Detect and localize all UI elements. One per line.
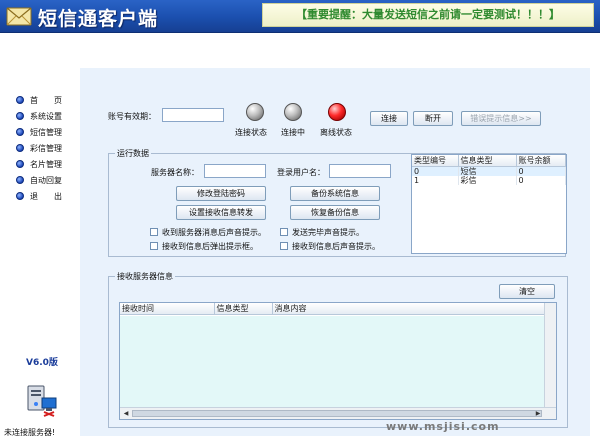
sidebar-item-label: 短信管理	[30, 127, 62, 137]
table-cell: 短信	[458, 166, 517, 176]
change-password-button[interactable]: 修改登陆密码	[176, 186, 266, 201]
connect-status-label: 连接状态	[235, 128, 267, 137]
server-network-icon	[27, 385, 57, 417]
login-user-label: 登录用户名：	[277, 168, 325, 177]
sidebar-item-sms[interactable]: 短信管理	[16, 126, 62, 138]
checkbox-box[interactable]	[150, 242, 158, 250]
version-label: V6.0版	[26, 358, 58, 368]
bullet-icon	[16, 192, 24, 200]
horizontal-scrollbar[interactable]: ◀ ▶	[120, 407, 556, 419]
checkbox-box[interactable]	[150, 228, 158, 236]
sidebar-item-label: 系统设置	[30, 111, 62, 121]
column-header[interactable]: 接收时间	[120, 303, 215, 315]
sidebar-item-label: 退 出	[30, 191, 62, 201]
sidebar-item-auto-reply[interactable]: 自动回复	[16, 174, 62, 186]
backup-system-button[interactable]: 备份系统信息	[290, 186, 380, 201]
checkbox-box[interactable]	[280, 242, 288, 250]
app-title: 短信通客户端	[38, 8, 159, 30]
validity-label: 账号有效期：	[108, 112, 156, 121]
receive-table-body	[120, 316, 556, 407]
table-header-row: 接收时间 信息类型 消息内容	[120, 303, 556, 315]
sidebar-item-label: 自动回复	[30, 175, 62, 185]
title-bar: 短信通客户端 【重要提醒：大量发送短信之前请一定要测试！！！】	[0, 0, 600, 33]
bullet-icon	[16, 176, 24, 184]
main-panel: 账号有效期： 连接状态 连接中 离线状态 连接 断开 错误提示信息>> 运行数据…	[80, 68, 590, 436]
bullet-icon	[16, 96, 24, 104]
receive-group: 接收服务器信息 清空 接收时间 信息类型 消息内容 ◀ ▶	[108, 271, 568, 428]
column-header[interactable]: 账号余额	[516, 155, 566, 167]
bullet-icon	[16, 160, 24, 168]
table-row[interactable]: 1 彩信 0	[412, 176, 566, 185]
restore-backup-button[interactable]: 恢复备份信息	[290, 205, 380, 220]
offline-status-light	[328, 103, 346, 121]
runtime-group-title: 运行数据	[115, 148, 151, 159]
checkbox-box[interactable]	[280, 228, 288, 236]
table-row[interactable]: 0 短信 0	[412, 166, 566, 176]
connect-status-light	[246, 103, 264, 121]
error-info-button[interactable]: 错误提示信息>>	[461, 111, 541, 126]
checkbox-popup-on-receive[interactable]: 接收到信息后弹出提示框。	[150, 241, 258, 251]
warning-notice: 【重要提醒：大量发送短信之前请一定要测试！！！】	[262, 3, 594, 27]
table-cell: 0	[516, 176, 566, 185]
column-header[interactable]: 信息类型	[214, 303, 273, 315]
scroll-thumb[interactable]	[132, 410, 542, 417]
sidebar-item-label: 首 页	[30, 95, 62, 105]
bullet-icon	[16, 112, 24, 120]
table-header-row: 类型编号 信息类型 账号余额	[412, 155, 566, 167]
sidebar: 首 页 系统设置 短信管理 彩信管理 名片管理 自动回复 退 出	[0, 34, 76, 436]
runtime-group: 运行数据 服务器名称： 登录用户名： 修改登陆密码 备份系统信息 设置接收信息转…	[108, 148, 567, 257]
column-header[interactable]: 信息类型	[458, 155, 517, 167]
column-header[interactable]: 消息内容	[272, 303, 556, 315]
message-type-table: 类型编号 信息类型 账号余额 0 短信 0 1 彩信 0	[411, 154, 567, 254]
vertical-scrollbar[interactable]	[544, 303, 556, 407]
checkbox-label: 收到服务器消息后声音提示。	[162, 227, 266, 237]
checkbox-label: 接收到信息后声音提示。	[292, 241, 380, 251]
validity-field[interactable]	[162, 108, 224, 122]
offline-status-label: 离线状态	[320, 128, 352, 137]
sidebar-item-mms[interactable]: 彩信管理	[16, 142, 62, 154]
watermark-text: www.msjisi.com	[386, 420, 500, 433]
sidebar-item-label: 彩信管理	[30, 143, 62, 153]
clear-button[interactable]: 清空	[499, 284, 555, 299]
set-forward-button[interactable]: 设置接收信息转发	[176, 205, 266, 220]
login-user-field[interactable]	[329, 164, 391, 178]
server-name-field[interactable]	[204, 164, 266, 178]
connecting-status-label: 连接中	[281, 128, 305, 137]
server-status-text: 未连接服务器!	[4, 428, 56, 436]
checkbox-sound-on-receive[interactable]: 接收到信息后声音提示。	[280, 241, 380, 251]
receive-table: 接收时间 信息类型 消息内容 ◀ ▶	[119, 302, 557, 420]
checkbox-label: 接收到信息后弹出提示框。	[162, 241, 258, 251]
sidebar-item-label: 名片管理	[30, 159, 62, 169]
connecting-status-light	[284, 103, 302, 121]
scroll-left-icon[interactable]: ◀	[121, 409, 131, 418]
disconnect-button[interactable]: 断开	[413, 111, 453, 126]
envelope-icon	[6, 7, 32, 26]
checkbox-label: 发送完毕声音提示。	[292, 227, 364, 237]
receive-group-title: 接收服务器信息	[115, 271, 175, 282]
table-cell: 彩信	[458, 176, 517, 185]
sidebar-item-exit[interactable]: 退 出	[16, 190, 62, 202]
sidebar-item-cards[interactable]: 名片管理	[16, 158, 62, 170]
connect-button[interactable]: 连接	[370, 111, 408, 126]
bullet-icon	[16, 144, 24, 152]
server-name-label: 服务器名称：	[151, 168, 199, 177]
sidebar-item-system-settings[interactable]: 系统设置	[16, 110, 62, 122]
table-cell: 1	[412, 176, 459, 185]
scroll-right-icon[interactable]: ▶	[533, 409, 543, 418]
bullet-icon	[16, 128, 24, 136]
table-cell: 0	[412, 166, 459, 176]
table-cell: 0	[516, 166, 566, 176]
checkbox-send-done-sound[interactable]: 发送完毕声音提示。	[280, 227, 364, 237]
sidebar-item-home[interactable]: 首 页	[16, 94, 62, 106]
checkbox-server-sound[interactable]: 收到服务器消息后声音提示。	[150, 227, 266, 237]
column-header[interactable]: 类型编号	[412, 155, 459, 167]
